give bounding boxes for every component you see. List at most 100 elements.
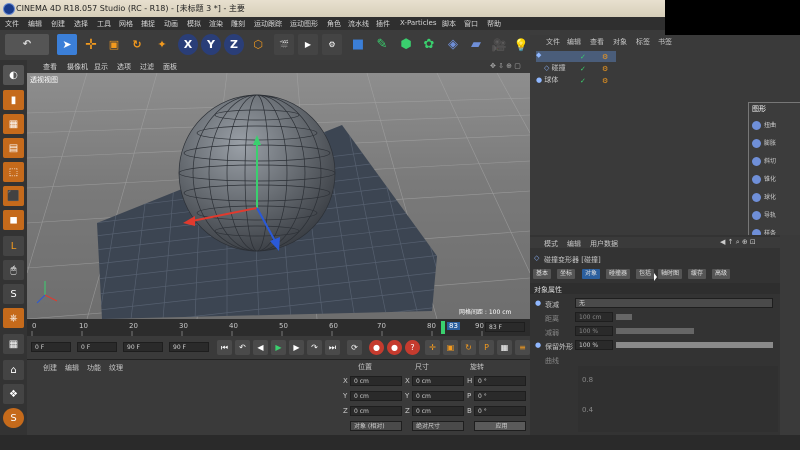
camera-icon[interactable]: 🎥 — [489, 34, 509, 55]
obj-menu-view[interactable]: 查看 — [590, 37, 604, 47]
go-to-end-icon[interactable]: ⏭ — [325, 340, 340, 355]
attr-tab-basic[interactable]: 基本 — [533, 269, 552, 279]
deformer-icon[interactable]: ◈ — [443, 34, 463, 55]
size-mode-select[interactable]: 绝对尺寸 — [412, 421, 464, 431]
polygons-mode-icon[interactable]: ◼ — [3, 210, 24, 230]
render-view-icon[interactable]: 🎬 — [274, 34, 294, 55]
menu-sculpt[interactable]: 雕刻 — [231, 19, 245, 29]
key-rotation-icon[interactable]: ↻ — [461, 340, 476, 355]
menu-edit[interactable]: 编辑 — [28, 19, 42, 29]
timeline-playhead[interactable] — [441, 321, 445, 334]
coord-mode-select[interactable]: 对象 (相对) — [350, 421, 402, 431]
attr-tab-cut[interactable]: 轴时图 — [658, 269, 683, 279]
size-y-field[interactable]: 0 cm — [412, 391, 464, 401]
menu-xparticles[interactable]: X-Particles — [400, 19, 436, 27]
tag-icons[interactable]: ⚙ ⚙ ⚙ — [602, 51, 612, 91]
next-key-icon[interactable]: ↷ — [307, 340, 322, 355]
prev-frame-icon[interactable]: ◀ — [253, 340, 268, 355]
viewport-menu-panel[interactable]: 面板 — [163, 62, 177, 72]
attr-menu-edit[interactable]: 编辑 — [567, 239, 581, 249]
make-editable-icon[interactable]: ◐ — [3, 65, 24, 85]
position-y-field[interactable]: 0 cm — [350, 391, 402, 401]
axis-x-button[interactable]: X — [178, 34, 198, 55]
position-z-field[interactable]: 0 cm — [350, 406, 402, 416]
key-position-icon[interactable]: ✛ — [425, 340, 440, 355]
select-arrow-icon[interactable]: ➤ — [57, 34, 77, 55]
menu-render[interactable]: 渲染 — [209, 19, 223, 29]
play-icon[interactable]: ▶ — [271, 340, 286, 355]
menu-character[interactable]: 角色 — [327, 19, 341, 29]
menu-script[interactable]: 脚本 — [442, 19, 456, 29]
rotation-h-field[interactable]: 0 ° — [474, 376, 526, 386]
attr-tab-collider[interactable]: 碰撞器 — [606, 269, 631, 279]
menu-select[interactable]: 选择 — [74, 19, 88, 29]
menu-simulate[interactable]: 模拟 — [187, 19, 201, 29]
menu-mesh[interactable]: 网格 — [119, 19, 133, 29]
points-mode-icon[interactable]: ⬚ — [3, 162, 24, 182]
viewport-menu-view[interactable]: 查看 — [43, 62, 57, 72]
obj-menu-bookmarks[interactable]: 书签 — [658, 37, 672, 47]
attr-tab-coord[interactable]: 坐标 — [557, 269, 576, 279]
end-frame-field[interactable]: 90 F — [123, 342, 163, 352]
perspective-viewport[interactable]: 透视视图 网格间距 : 100 cm — [27, 73, 530, 319]
magnet-icon[interactable]: ⎈ — [3, 308, 24, 328]
material-menu-texture[interactable]: 纹理 — [109, 363, 123, 373]
keep-shape-slider[interactable] — [616, 342, 773, 348]
palette-item-twist[interactable]: 扭曲 — [752, 119, 797, 132]
viewport-menu-cameras[interactable]: 摄像机 — [67, 62, 88, 72]
reduce-field[interactable]: 100 % — [575, 326, 613, 336]
distance-field[interactable]: 100 cm — [575, 312, 613, 322]
obj-menu-edit[interactable]: 编辑 — [567, 37, 581, 47]
floor-icon[interactable]: ▰ — [466, 34, 486, 55]
palette-item-taper[interactable]: 锥化 — [752, 173, 797, 186]
attr-menu-userdata[interactable]: 用户数据 — [590, 239, 618, 249]
rotation-b-field[interactable]: 0 ° — [474, 406, 526, 416]
key-parameter-icon[interactable]: P — [479, 340, 494, 355]
key-scale-icon[interactable]: ▣ — [443, 340, 458, 355]
lock-icon[interactable]: ⌂ — [3, 360, 24, 380]
rotate-icon[interactable]: ↻ — [127, 34, 147, 55]
visibility-check-icons[interactable]: ✓ ✓ ✓ — [580, 51, 600, 91]
snap-icon[interactable]: S — [3, 284, 24, 304]
menu-pipeline[interactable]: 流水线 — [348, 19, 369, 29]
palette-item-bulge[interactable]: 膨胀 — [752, 137, 797, 150]
viewport-menu-filter[interactable]: 过滤 — [140, 62, 154, 72]
palette-item-shear[interactable]: 斜切 — [752, 155, 797, 168]
reduce-slider[interactable] — [616, 328, 694, 334]
attr-menu-mode[interactable]: 模式 — [544, 239, 558, 249]
timeline-ruler[interactable]: 0 10 20 30 40 50 60 70 80 83 90 83 F — [27, 319, 530, 336]
key-pla-icon[interactable]: ▦ — [497, 340, 512, 355]
coordinate-system-icon[interactable]: ⬡ — [248, 34, 268, 55]
viewport-menu-options[interactable]: 选项 — [117, 62, 131, 72]
grid-icon[interactable]: ▦ — [3, 334, 24, 354]
start-frame-field[interactable]: 0 F — [31, 342, 71, 352]
loop-icon[interactable]: ⟳ — [347, 340, 362, 355]
viewport-menu-display[interactable]: 显示 — [94, 62, 108, 72]
obj-menu-object[interactable]: 对象 — [613, 37, 627, 47]
size-x-field[interactable]: 0 cm — [412, 376, 464, 386]
attr-tab-advanced[interactable]: 高级 — [712, 269, 731, 279]
subdivision-icon[interactable]: ⬢ — [396, 34, 416, 55]
preview-end-field[interactable]: 90 F — [169, 342, 209, 352]
distance-slider[interactable] — [616, 314, 632, 320]
cube-icon[interactable]: ■ — [348, 34, 368, 55]
undo-icon[interactable]: ↶ — [5, 34, 49, 55]
attr-tab-include[interactable]: 包括 — [636, 269, 655, 279]
obj-menu-file[interactable]: 文件 — [546, 37, 560, 47]
recent-tools-icon[interactable]: ✦ — [152, 34, 172, 55]
move-icon[interactable]: ✛ — [81, 34, 101, 55]
cloner-icon[interactable]: ✿ — [419, 34, 439, 55]
pen-icon[interactable]: ✎ — [372, 34, 392, 55]
menu-animate[interactable]: 动画 — [164, 19, 178, 29]
obj-menu-tags[interactable]: 标签 — [636, 37, 650, 47]
curve-graph[interactable]: 0.8 0.4 — [578, 366, 778, 432]
keep-shape-field[interactable]: 100 % — [575, 340, 613, 350]
material-menu-create[interactable]: 创建 — [43, 363, 57, 373]
menu-file[interactable]: 文件 — [5, 19, 19, 29]
viewport-nav-icons[interactable]: ✥ ⇩ ⊕ ▢ — [490, 62, 521, 70]
menu-motion-tracker[interactable]: 运动跟踪 — [254, 19, 282, 29]
menu-plugins[interactable]: 插件 — [376, 19, 390, 29]
go-to-start-icon[interactable]: ⏮ — [217, 340, 232, 355]
edges-mode-icon[interactable]: ⬛ — [3, 186, 24, 206]
next-frame-icon[interactable]: ▶ — [289, 340, 304, 355]
